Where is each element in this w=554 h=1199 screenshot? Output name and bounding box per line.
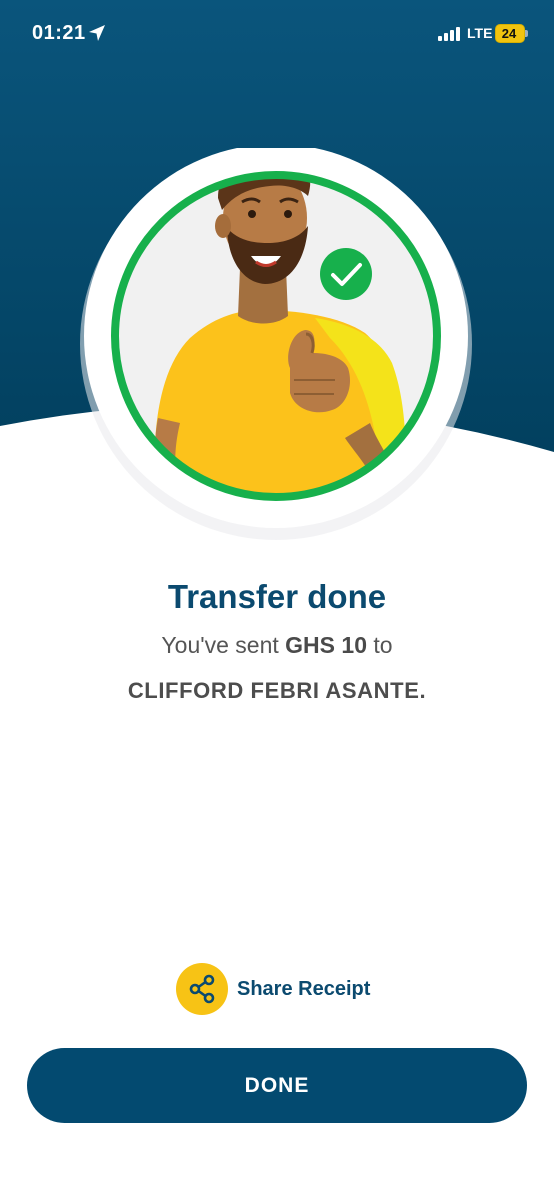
check-circle-icon (320, 248, 372, 300)
battery-level: 24 (501, 26, 517, 41)
recipient-name: CLIFFORD FEBRI ASANTE. (127, 678, 427, 703)
status-bar: 01:21 LTE 24 (0, 0, 554, 66)
share-receipt-label: Share Receipt (237, 978, 371, 1000)
share-icon (189, 974, 215, 1004)
signal-bars-icon (438, 27, 460, 41)
page-title: Transfer done (167, 578, 387, 615)
sent-prefix: You've sent (161, 632, 279, 658)
sent-suffix: to (373, 632, 393, 658)
network-type: LTE (467, 25, 493, 41)
location-arrow-icon (89, 25, 105, 41)
transfer-summary: You've sent GHS 10 to (0, 632, 554, 659)
share-icon-container (176, 963, 228, 1015)
success-illustration (80, 148, 472, 540)
battery-icon: 24 (495, 24, 529, 43)
status-time: 01:21 (32, 22, 86, 44)
share-receipt-button[interactable]: Share Receipt (176, 963, 396, 1017)
done-button[interactable]: DONE (27, 1048, 527, 1123)
transfer-amount: GHS 10 (285, 632, 367, 658)
